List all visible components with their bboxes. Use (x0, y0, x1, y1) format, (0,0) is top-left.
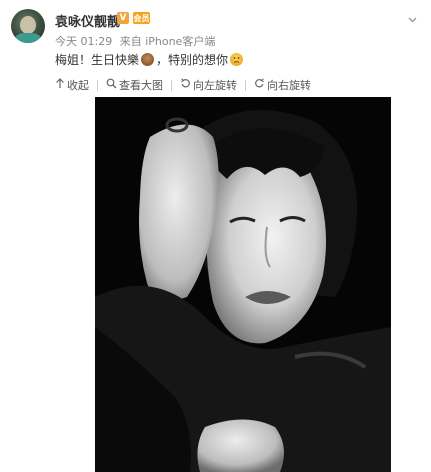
chevron-down-icon[interactable] (407, 14, 418, 25)
avatar[interactable] (11, 9, 45, 43)
arrow-up-icon (55, 78, 65, 92)
rotate-left-label: 向左旋转 (193, 79, 237, 92)
post-time[interactable]: 今天 01:29 (55, 35, 112, 48)
magnifier-icon (106, 78, 117, 92)
username[interactable]: 袁咏仪靓靓 (55, 11, 120, 30)
vip-badge[interactable]: 会员 (133, 12, 150, 24)
rotate-left-button[interactable]: 向左旋转 (180, 77, 237, 93)
sad-face-svg (233, 57, 240, 63)
post-text-part2: ，特别的想你 (156, 53, 229, 67)
collapse-label: 收起 (67, 79, 89, 92)
post-source[interactable]: 来自 iPhone客户端 (120, 35, 216, 48)
post-text: 梅姐！生日快樂 ，特别的想你 (55, 51, 245, 68)
toolbar-divider (245, 79, 246, 91)
post-text-part1: 梅姐！生日快樂 (55, 53, 140, 67)
rotate-right-button[interactable]: 向右旋转 (254, 77, 311, 93)
verified-badge[interactable]: V (117, 12, 129, 24)
view-large-button[interactable]: 查看大图 (106, 77, 163, 93)
rotate-left-icon (180, 78, 191, 92)
portrait-photo-svg (95, 97, 391, 472)
toolbar-divider (171, 79, 172, 91)
image-toolbar: 收起 查看大图 向左旋转 向右旋转 (55, 76, 311, 94)
rotate-right-label: 向右旋转 (267, 79, 311, 92)
cake-emoji-icon (141, 53, 155, 66)
view-large-label: 查看大图 (119, 79, 163, 92)
toolbar-divider (97, 79, 98, 91)
post-photo[interactable] (95, 97, 391, 472)
collapse-button[interactable]: 收起 (55, 77, 89, 93)
chevron-down-svg (408, 17, 417, 23)
sad-face-emoji-icon (230, 53, 244, 66)
rotate-right-icon (254, 78, 265, 92)
avatar-shirt (15, 33, 41, 43)
post-meta: 今天 01:29 来自 iPhone客户端 (55, 33, 219, 49)
avatar-face (20, 16, 36, 34)
